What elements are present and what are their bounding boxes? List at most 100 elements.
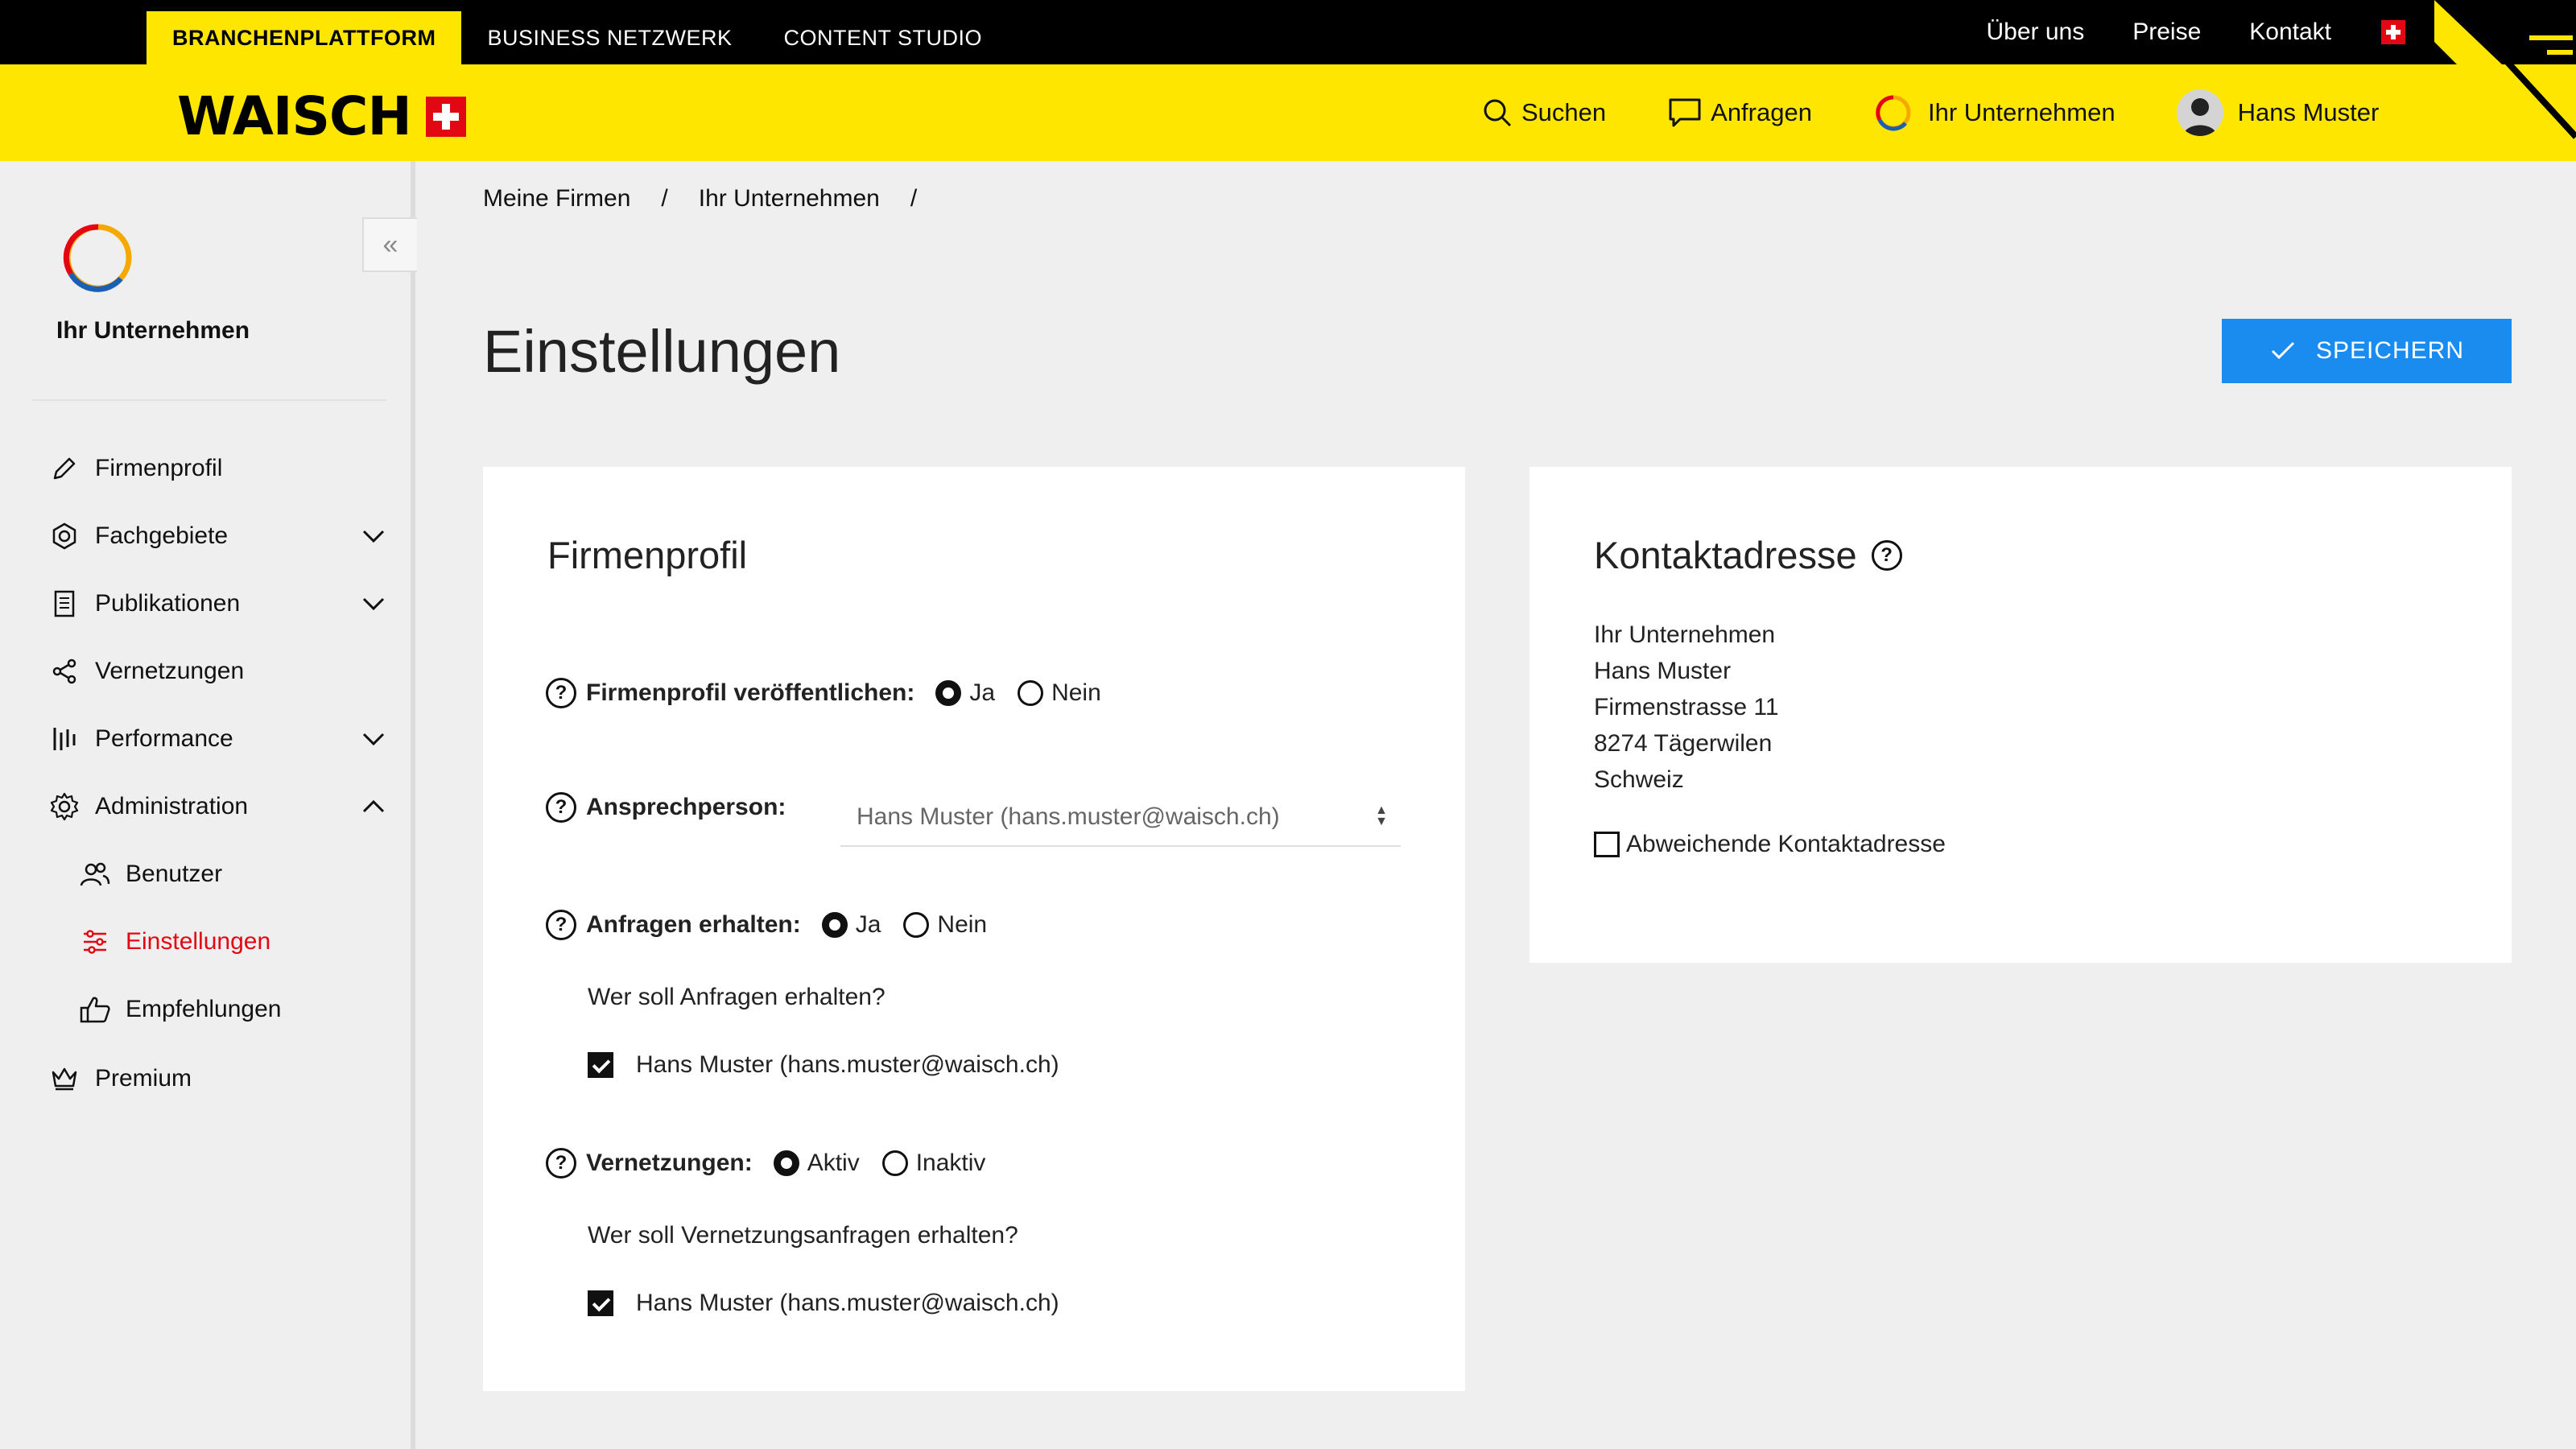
chevron-up-icon[interactable] bbox=[361, 794, 386, 819]
tab-content-studio[interactable]: CONTENT STUDIO bbox=[758, 11, 1009, 64]
swiss-flag-icon[interactable] bbox=[2381, 20, 2405, 44]
requests-row: ? Anfragen erhalten: Ja Nein bbox=[546, 910, 1009, 940]
sidebar-item-administration[interactable]: Administration bbox=[48, 782, 386, 831]
radio-checked bbox=[821, 912, 848, 938]
waisch-logo[interactable]: WAISCH bbox=[177, 85, 466, 147]
page-title: Einstellungen bbox=[483, 318, 841, 385]
network-radio-inaktiv[interactable]: Inaktiv bbox=[881, 1150, 985, 1177]
link-ueber-uns[interactable]: Über uns bbox=[1986, 19, 2084, 46]
radio-label: Nein bbox=[1051, 679, 1101, 706]
sidebar-item-empfehlungen[interactable]: Empfehlungen bbox=[79, 985, 417, 1034]
bars-icon bbox=[53, 728, 76, 750]
breadcrumb-separator: / bbox=[661, 185, 668, 212]
collapse-sidebar-button[interactable]: « bbox=[362, 217, 417, 272]
address-line: Hans Muster bbox=[1594, 658, 1732, 684]
chevron-down-icon[interactable] bbox=[361, 726, 386, 752]
contact-person-row: ? Ansprechperson: bbox=[546, 792, 807, 823]
chevron-down-icon[interactable] bbox=[361, 591, 386, 617]
sidebar-item-label: Benutzer bbox=[126, 861, 223, 887]
crown-icon bbox=[52, 1067, 77, 1091]
breadcrumb-ihr-unternehmen[interactable]: Ihr Unternehmen bbox=[699, 185, 880, 213]
publish-radio-nein[interactable]: Nein bbox=[1018, 679, 1101, 707]
contact-person-value: Hans Muster (hans.muster@waisch.ch) bbox=[857, 803, 1280, 830]
tab-branchenplattform[interactable]: BRANCHENPLATTFORM bbox=[147, 11, 462, 64]
requests-radio-nein[interactable]: Nein bbox=[903, 911, 987, 939]
nav-search-label: Suchen bbox=[1521, 98, 1607, 126]
requests-label: Anfragen erhalten: bbox=[586, 911, 801, 938]
address-line: 8274 Tägerwilen bbox=[1594, 730, 1773, 757]
radio-label: Ja bbox=[969, 679, 996, 706]
help-icon[interactable]: ? bbox=[546, 1148, 576, 1179]
sidebar-item-label: Vernetzungen bbox=[95, 658, 245, 684]
sidebar-item-premium[interactable]: Premium bbox=[48, 1055, 386, 1103]
contact-address: Ihr Unternehmen Hans Muster Firmenstrass… bbox=[1594, 617, 1779, 798]
requests-radio-ja[interactable]: Ja bbox=[821, 911, 881, 939]
radio-checked bbox=[773, 1150, 799, 1176]
chevron-down-icon[interactable] bbox=[361, 523, 386, 549]
thumbs-up-icon bbox=[80, 997, 110, 1023]
sidebar-item-firmenprofil[interactable]: Firmenprofil bbox=[48, 444, 386, 493]
help-icon[interactable]: ? bbox=[546, 792, 576, 823]
logo-text: WAISCH bbox=[177, 85, 412, 147]
tab-business-netzwerk[interactable]: BUSINESS NETZWERK bbox=[461, 11, 758, 64]
radio-unchecked bbox=[881, 1150, 908, 1176]
checkbox-checked bbox=[588, 1290, 613, 1316]
top-bar: BRANCHENPLATTFORM BUSINESS NETZWERK CONT… bbox=[0, 0, 2576, 64]
requests-recipient-checkbox[interactable]: Hans Muster (hans.muster@waisch.ch) bbox=[588, 1051, 1059, 1079]
radio-label: Nein bbox=[937, 911, 988, 938]
alternate-address-label: Abweichende Kontaktadresse bbox=[1626, 831, 1946, 857]
network-radio-aktiv[interactable]: Aktiv bbox=[773, 1150, 860, 1177]
company-logo-icon bbox=[63, 224, 132, 292]
menu-icon[interactable] bbox=[2434, 0, 2576, 161]
alternate-address-checkbox[interactable]: Abweichende Kontaktadresse bbox=[1594, 831, 1946, 858]
save-button-label: SPEICHERN bbox=[2315, 337, 2465, 364]
sidebar-item-einstellungen[interactable]: Einstellungen bbox=[79, 918, 417, 966]
sidebar-item-label: Firmenprofil bbox=[95, 455, 223, 481]
users-icon bbox=[80, 862, 110, 886]
card-title: Firmenprofil bbox=[547, 534, 748, 576]
contact-person-select[interactable]: Hans Muster (hans.muster@waisch.ch) ▲ ▼ bbox=[840, 789, 1401, 847]
nav-search[interactable]: Suchen bbox=[1481, 97, 1606, 129]
kontakt-title: Kontaktadresse bbox=[1594, 534, 1857, 576]
gear-icon bbox=[50, 792, 79, 821]
radio-unchecked bbox=[1018, 680, 1044, 706]
sidebar-company-name: Ihr Unternehmen bbox=[56, 317, 250, 344]
main-header: WAISCH Suchen Anfragen Ihr Unternehmen H… bbox=[0, 64, 2576, 161]
network-recipient-checkbox[interactable]: Hans Muster (hans.muster@waisch.ch) bbox=[588, 1290, 1059, 1317]
save-button[interactable]: SPEICHERN bbox=[2222, 319, 2512, 383]
checkbox-checked bbox=[588, 1052, 613, 1078]
document-icon bbox=[54, 590, 75, 617]
help-icon[interactable]: ? bbox=[546, 910, 576, 940]
publish-radio-ja[interactable]: Ja bbox=[935, 679, 995, 707]
share-icon bbox=[52, 658, 76, 684]
link-preise[interactable]: Preise bbox=[2132, 19, 2201, 46]
nav-company[interactable]: Ihr Unternehmen bbox=[1873, 93, 2116, 133]
nav-company-label: Ihr Unternehmen bbox=[1927, 98, 2116, 126]
sidebar-item-benutzer[interactable]: Benutzer bbox=[79, 850, 417, 898]
sidebar-item-publikationen[interactable]: Publikationen bbox=[48, 580, 386, 628]
breadcrumb-separator: / bbox=[910, 185, 918, 212]
breadcrumb: Meine Firmen / Ihr Unternehmen / bbox=[483, 185, 947, 213]
swiss-flag-icon bbox=[425, 96, 466, 137]
sidebar-item-label: Empfehlungen bbox=[126, 996, 282, 1022]
network-label: Vernetzungen: bbox=[586, 1150, 753, 1176]
breadcrumb-meine-firmen[interactable]: Meine Firmen bbox=[483, 185, 630, 213]
sidebar-item-performance[interactable]: Performance bbox=[48, 715, 386, 763]
nav-user[interactable]: Hans Muster bbox=[2176, 89, 2379, 136]
radio-checked bbox=[935, 680, 962, 706]
divider bbox=[32, 399, 386, 401]
search-icon bbox=[1484, 99, 1512, 127]
sidebar-item-label: Administration bbox=[95, 793, 249, 819]
sidebar-item-vernetzungen[interactable]: Vernetzungen bbox=[48, 647, 386, 696]
sidebar-item-fachgebiete[interactable]: Fachgebiete bbox=[48, 512, 386, 560]
nav-requests[interactable]: Anfragen bbox=[1667, 97, 1812, 129]
company-logo-icon bbox=[1876, 95, 1911, 131]
network-recipient-label: Hans Muster (hans.muster@waisch.ch) bbox=[636, 1290, 1059, 1316]
link-kontakt[interactable]: Kontakt bbox=[2249, 19, 2331, 46]
help-icon[interactable]: ? bbox=[1871, 539, 1902, 571]
sidebar: Ihr Unternehmen « Firmenprofil Fachgebie… bbox=[0, 161, 417, 1449]
nav-requests-label: Anfragen bbox=[1711, 98, 1812, 126]
requests-recipient-label: Hans Muster (hans.muster@waisch.ch) bbox=[636, 1051, 1059, 1078]
radio-label: Aktiv bbox=[807, 1150, 860, 1176]
help-icon[interactable]: ? bbox=[546, 678, 576, 708]
